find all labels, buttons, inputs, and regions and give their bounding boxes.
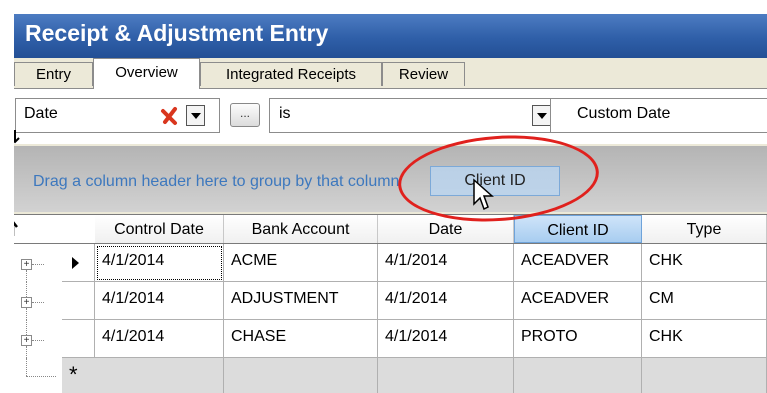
tree-connector bbox=[32, 264, 44, 265]
cell-control-date[interactable]: 4/1/2014 bbox=[95, 244, 224, 282]
filter-row: Date ... is Custom Date bbox=[14, 89, 767, 144]
chevron-down-icon bbox=[537, 113, 547, 119]
tree-connector bbox=[26, 282, 27, 297]
tab-entry[interactable]: Entry bbox=[14, 62, 93, 86]
cell-date[interactable]: 4/1/2014 bbox=[378, 244, 514, 282]
new-row-gutter bbox=[14, 358, 62, 393]
cell-date[interactable]: 4/1/2014 bbox=[378, 282, 514, 320]
row-selector[interactable] bbox=[62, 244, 95, 282]
column-header-client-id[interactable]: Client ID bbox=[514, 215, 642, 243]
expand-row-icon[interactable]: + bbox=[21, 335, 32, 346]
filter-value-box[interactable]: Custom Date bbox=[550, 98, 767, 133]
window-title-bar: Receipt & Adjustment Entry bbox=[14, 14, 767, 58]
filter-value-label: Custom Date bbox=[577, 105, 671, 122]
cell-control-date[interactable]: 4/1/2014 bbox=[95, 320, 224, 358]
group-by-hint: Drag a column header here to group by th… bbox=[33, 173, 400, 190]
cell-client-id[interactable]: ACEADVER bbox=[514, 282, 642, 320]
field-dropdown-button[interactable] bbox=[186, 105, 205, 126]
row-selector[interactable] bbox=[62, 320, 95, 358]
tab-strip: Entry Overview Integrated Receipts Revie… bbox=[14, 58, 767, 89]
tab-integrated-receipts[interactable]: Integrated Receipts bbox=[200, 62, 382, 86]
cell-bank-account[interactable]: CHASE bbox=[224, 320, 378, 358]
table-row[interactable]: + 4/1/2014 ACME 4/1/2014 ACEADVER CHK bbox=[14, 244, 767, 282]
cell-control-date[interactable]: 4/1/2014 bbox=[95, 282, 224, 320]
cell-type[interactable]: CHK bbox=[642, 244, 767, 282]
cell-client-id[interactable]: PROTO bbox=[514, 320, 642, 358]
new-row[interactable]: * bbox=[14, 358, 767, 393]
table-row[interactable]: + 4/1/2014 ADJUSTMENT 4/1/2014 ACEADVER … bbox=[14, 282, 767, 320]
column-header-control-date[interactable]: Control Date bbox=[95, 215, 224, 243]
grid-header: Control Date Bank Account Date Client ID… bbox=[14, 214, 767, 244]
filter-operator-label: is bbox=[279, 105, 291, 122]
tree-connector bbox=[26, 270, 27, 282]
new-cell-client-id[interactable] bbox=[514, 358, 642, 393]
tree-connector bbox=[26, 346, 27, 358]
new-cell-control-date[interactable] bbox=[95, 358, 224, 393]
cell-bank-account[interactable]: ACME bbox=[224, 244, 378, 282]
tree-connector bbox=[26, 376, 56, 377]
tree-connector bbox=[26, 308, 27, 320]
cell-type[interactable]: CM bbox=[642, 282, 767, 320]
cell-type[interactable]: CHK bbox=[642, 320, 767, 358]
table-row[interactable]: + 4/1/2014 CHASE 4/1/2014 PROTO CHK bbox=[14, 320, 767, 358]
row-selector[interactable] bbox=[62, 282, 95, 320]
tree-connector bbox=[26, 320, 27, 335]
ellipsis-button[interactable]: ... bbox=[230, 103, 260, 127]
receipt-adjustment-window: Receipt & Adjustment Entry Entry Overvie… bbox=[14, 14, 767, 393]
arrow-up-icon bbox=[14, 219, 20, 242]
new-cell-date[interactable] bbox=[378, 358, 514, 393]
tree-connector bbox=[32, 302, 44, 303]
expand-row-icon[interactable]: + bbox=[21, 259, 32, 270]
expand-row-icon[interactable]: + bbox=[21, 297, 32, 308]
tab-overview[interactable]: Overview bbox=[93, 58, 200, 89]
filter-field-label: Date bbox=[24, 105, 58, 122]
window-title: Receipt & Adjustment Entry bbox=[25, 20, 329, 46]
cell-bank-account[interactable]: ADJUSTMENT bbox=[224, 282, 378, 320]
new-cell-bank-account[interactable] bbox=[224, 358, 378, 393]
tab-review[interactable]: Review bbox=[382, 62, 465, 86]
filter-operator-box[interactable]: is bbox=[269, 98, 562, 133]
current-row-arrow-icon bbox=[72, 257, 79, 269]
cell-date[interactable]: 4/1/2014 bbox=[378, 320, 514, 358]
new-row-icon: * bbox=[69, 362, 78, 387]
tree-connector bbox=[32, 340, 44, 341]
new-cell-type[interactable] bbox=[642, 358, 767, 393]
cell-client-id[interactable]: ACEADVER bbox=[514, 244, 642, 282]
chevron-down-icon bbox=[191, 113, 201, 119]
tree-connector bbox=[26, 358, 27, 376]
operator-dropdown-button[interactable] bbox=[532, 105, 551, 126]
column-header-bank-account[interactable]: Bank Account bbox=[224, 215, 378, 243]
column-header-type[interactable]: Type bbox=[642, 215, 767, 243]
remove-filter-icon[interactable] bbox=[160, 106, 180, 131]
filter-field-box[interactable]: Date bbox=[15, 98, 220, 133]
group-by-area[interactable]: Drag a column header here to group by th… bbox=[14, 146, 767, 212]
